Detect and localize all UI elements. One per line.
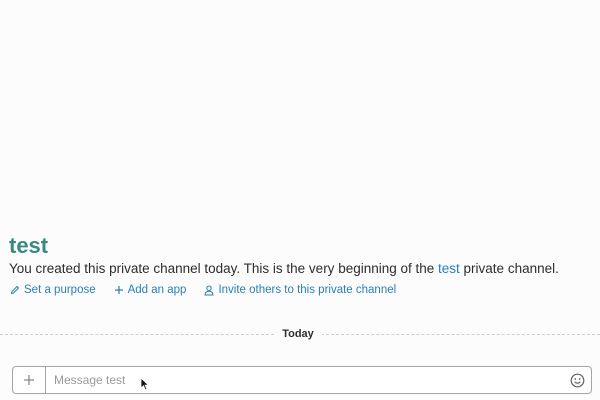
add-app-label: Add an app [127,284,187,296]
set-purpose-link[interactable]: Set a purpose [9,284,96,296]
invite-others-label: Invite others to this private channel [218,284,397,296]
channel-actions: Set a purpose Add an app Invite others t… [9,284,396,296]
attach-button[interactable] [13,367,46,393]
message-composer [12,366,592,394]
smiley-icon [570,373,584,387]
set-purpose-label: Set a purpose [24,284,96,296]
plus-icon [113,284,125,296]
channel-view: test You created this private channel to… [0,0,600,400]
channel-name-link[interactable]: test [438,261,460,276]
channel-title: test [9,233,49,258]
message-input[interactable] [46,367,563,393]
channel-description-suffix: private channel. [459,261,559,276]
plus-icon [24,375,34,385]
day-divider-label: Today [274,327,322,342]
channel-description-prefix: You created this private channel today. … [9,261,439,276]
pencil-icon [9,284,21,296]
channel-description: You created this private channel today. … [9,260,594,278]
channel-intro: test You created this private channel to… [9,233,594,278]
invite-others-link[interactable]: Invite others to this private channel [203,284,396,296]
emoji-button[interactable] [563,367,591,393]
person-icon [203,284,215,296]
add-app-link[interactable]: Add an app [113,284,187,296]
